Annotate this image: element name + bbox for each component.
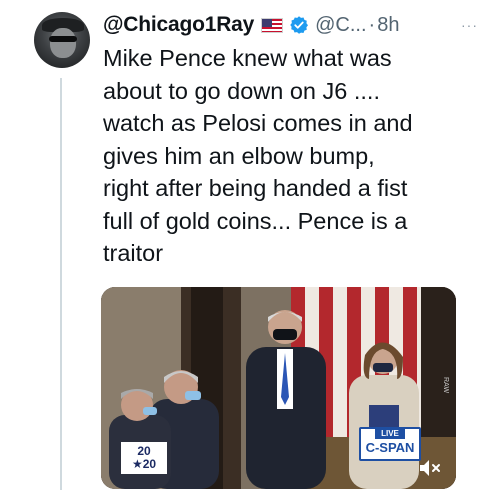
us-flag-icon (261, 17, 284, 33)
handle[interactable]: @C... (315, 14, 366, 37)
avatar[interactable] (34, 12, 90, 68)
network-label: C-SPAN (365, 440, 415, 455)
timestamp[interactable]: 8h (377, 14, 399, 37)
verified-badge-icon (290, 16, 309, 34)
tweet-text: Mike Pence knew what was about to go dow… (103, 45, 413, 266)
tweet-header: @Chicago1Ray @C... · 8h ··· (103, 10, 478, 40)
username[interactable]: @Chicago1Ray (103, 13, 254, 37)
svg-text:RAW: RAW (442, 377, 449, 393)
mute-icon[interactable] (418, 457, 444, 479)
live-label: LIVE (375, 429, 405, 439)
thread-line (60, 78, 62, 490)
tweet-video[interactable]: RAW 20 ★20 LIVE C-SPAN (101, 287, 456, 489)
year-badge-bottom: ★20 (131, 457, 157, 471)
cspan-live-badge: LIVE C-SPAN (359, 427, 421, 461)
separator-dot: · (368, 13, 376, 36)
election-year-badge: 20 ★20 (121, 442, 167, 474)
more-options-icon[interactable]: ··· (461, 17, 478, 33)
